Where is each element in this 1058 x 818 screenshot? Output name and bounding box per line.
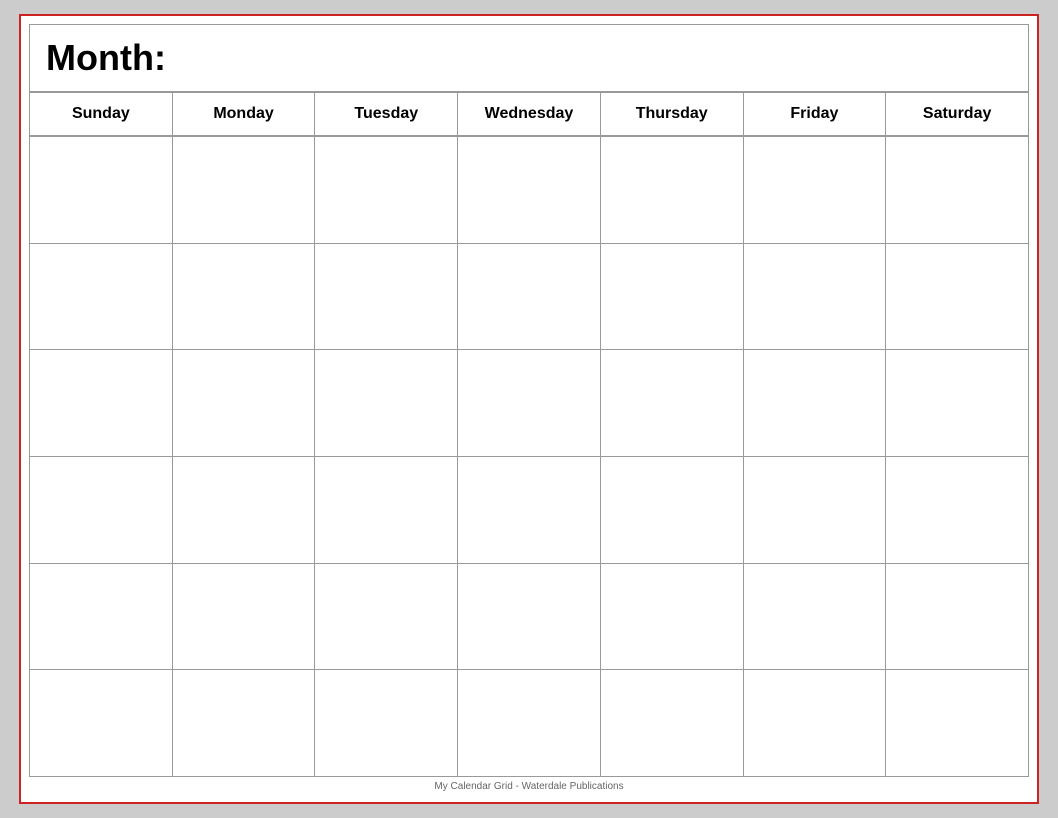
day-cell[interactable] <box>173 244 316 350</box>
day-cell[interactable] <box>886 137 1029 243</box>
calendar-page: Month: SundayMondayTuesdayWednesdayThurs… <box>19 14 1039 804</box>
day-cell[interactable] <box>886 670 1029 776</box>
day-cell[interactable] <box>315 457 458 563</box>
day-headers-row: SundayMondayTuesdayWednesdayThursdayFrid… <box>30 93 1029 137</box>
day-cell[interactable] <box>315 564 458 670</box>
week-row-3 <box>30 350 1029 457</box>
day-cell[interactable] <box>601 457 744 563</box>
day-cell[interactable] <box>886 350 1029 456</box>
day-cell[interactable] <box>744 350 887 456</box>
day-cell[interactable] <box>744 670 887 776</box>
week-row-1 <box>30 137 1029 244</box>
day-cell[interactable] <box>744 244 887 350</box>
day-cell[interactable] <box>601 244 744 350</box>
week-row-4 <box>30 457 1029 564</box>
day-cell[interactable] <box>458 350 601 456</box>
day-cell[interactable] <box>744 457 887 563</box>
day-cell[interactable] <box>886 564 1029 670</box>
day-cell[interactable] <box>173 350 316 456</box>
calendar-grid: SundayMondayTuesdayWednesdayThursdayFrid… <box>29 92 1029 777</box>
day-cell[interactable] <box>601 350 744 456</box>
day-cell[interactable] <box>886 244 1029 350</box>
day-cell[interactable] <box>315 350 458 456</box>
day-cell[interactable] <box>886 457 1029 563</box>
calendar-header: Month: <box>29 24 1029 92</box>
day-cell[interactable] <box>601 670 744 776</box>
month-title: Month: <box>46 37 1012 79</box>
day-header-friday: Friday <box>744 93 887 136</box>
day-cell[interactable] <box>458 244 601 350</box>
day-cell[interactable] <box>315 137 458 243</box>
day-cell[interactable] <box>30 564 173 670</box>
week-row-6 <box>30 670 1029 777</box>
day-cell[interactable] <box>458 670 601 776</box>
day-header-thursday: Thursday <box>601 93 744 136</box>
day-cell[interactable] <box>173 670 316 776</box>
day-header-saturday: Saturday <box>886 93 1029 136</box>
day-cell[interactable] <box>315 670 458 776</box>
day-cell[interactable] <box>315 244 458 350</box>
weeks-container <box>30 137 1029 777</box>
day-cell[interactable] <box>30 350 173 456</box>
day-cell[interactable] <box>458 137 601 243</box>
day-header-tuesday: Tuesday <box>315 93 458 136</box>
day-header-monday: Monday <box>173 93 316 136</box>
week-row-2 <box>30 244 1029 351</box>
day-cell[interactable] <box>601 564 744 670</box>
day-cell[interactable] <box>458 564 601 670</box>
day-cell[interactable] <box>744 137 887 243</box>
day-cell[interactable] <box>601 137 744 243</box>
day-cell[interactable] <box>173 564 316 670</box>
day-cell[interactable] <box>173 137 316 243</box>
day-header-wednesday: Wednesday <box>458 93 601 136</box>
day-cell[interactable] <box>30 137 173 243</box>
day-cell[interactable] <box>30 244 173 350</box>
day-cell[interactable] <box>173 457 316 563</box>
day-cell[interactable] <box>30 457 173 563</box>
day-cell[interactable] <box>744 564 887 670</box>
day-cell[interactable] <box>458 457 601 563</box>
day-cell[interactable] <box>30 670 173 776</box>
footer: My Calendar Grid - Waterdale Publication… <box>29 777 1029 794</box>
week-row-5 <box>30 564 1029 671</box>
day-header-sunday: Sunday <box>30 93 173 136</box>
